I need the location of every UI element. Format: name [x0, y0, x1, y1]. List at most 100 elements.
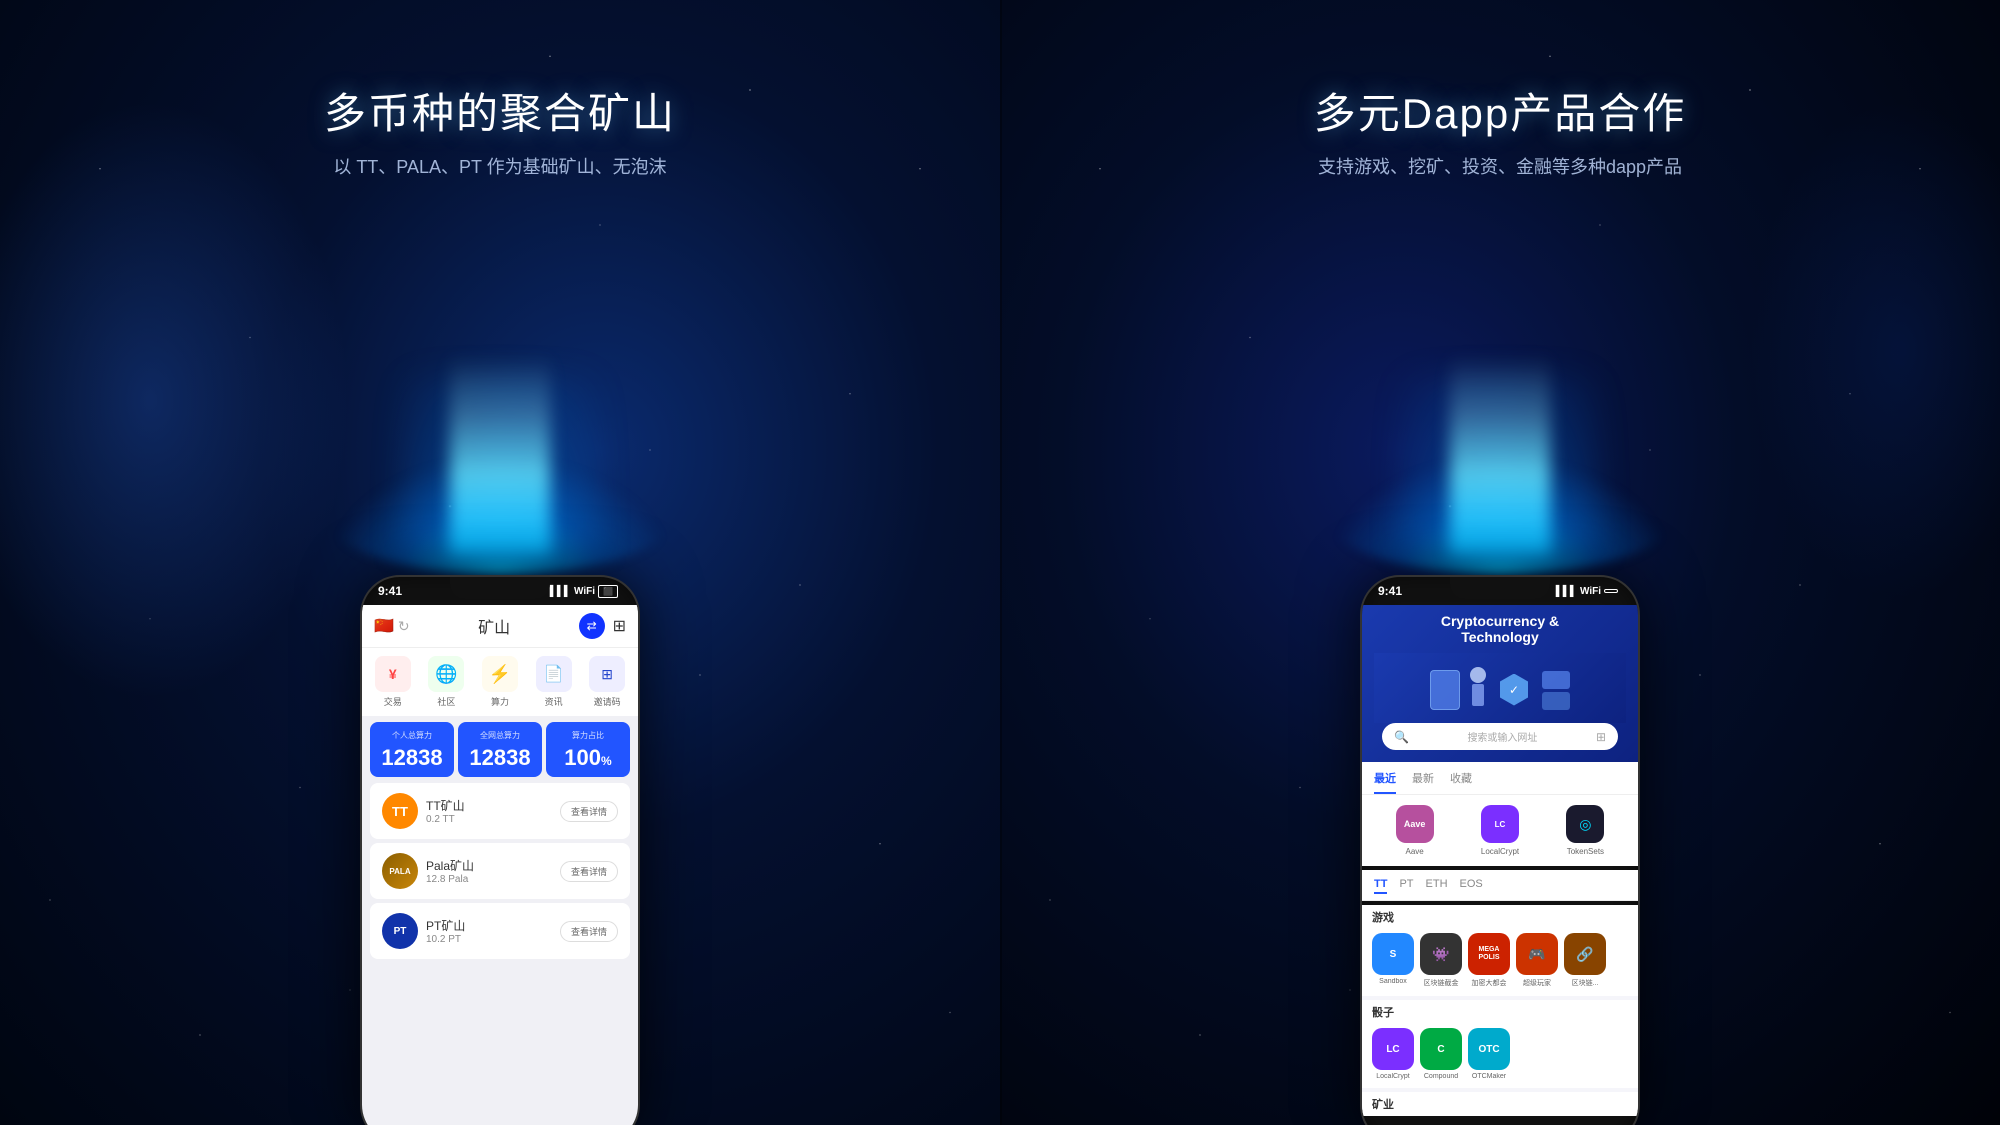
scan-qr-icon[interactable]: ⊞: [1596, 730, 1606, 744]
wallet-icon[interactable]: ⇄: [579, 613, 605, 639]
pala-logo: PALA: [382, 853, 418, 889]
invite-icon-box: ⊞: [589, 656, 625, 692]
pala-mining-item[interactable]: PALA Pala矿山 12.8 Pala 查看详情: [370, 843, 630, 899]
trade-icon: ¥: [389, 666, 397, 682]
megapolis-item[interactable]: MEGAPOLIS 加密大都会: [1468, 933, 1510, 988]
network-hashrate-card: 全网总算力 12838: [458, 722, 542, 777]
right-planet-glow: [1400, 375, 1600, 555]
network-hashrate-value: 12838: [464, 747, 536, 769]
scan-icon[interactable]: ⊞: [613, 616, 626, 636]
otcmaker-item[interactable]: OTC OTCMaker: [1468, 1028, 1510, 1080]
compound-text: C: [1437, 1044, 1444, 1055]
localcrypt-dice-icon: LC: [1372, 1028, 1414, 1070]
mining-title: 矿山: [410, 614, 579, 638]
games-section-title: 游戏: [1362, 905, 1638, 929]
supergamer-item[interactable]: 🎮 超级玩家: [1516, 933, 1558, 988]
pt-logo: PT: [382, 913, 418, 949]
dapp-search-bar[interactable]: 🔍 搜索或输入网址 ⊞: [1382, 723, 1618, 750]
hashrate-ratio-card: 算力占比 100%: [546, 722, 630, 777]
battery-icon: ⬛: [598, 585, 618, 598]
dapp-title-text: Cryptocurrency & Technology: [1374, 613, 1626, 645]
megapolis-icon-text: MEGAPOLIS: [1478, 946, 1499, 963]
nav-news[interactable]: 📄 资讯: [536, 656, 572, 708]
compound-label: Compound: [1420, 1073, 1462, 1080]
nav-trade[interactable]: ¥ 交易: [375, 656, 411, 708]
right-panel: 多元Dapp产品合作 支持游戏、挖矿、投资、金融等多种dapp产品 9:41 ▌…: [1000, 0, 2000, 1125]
tab-recent[interactable]: 最近: [1374, 770, 1396, 794]
nav-hashrate[interactable]: ⚡ 算力: [482, 656, 518, 708]
left-content: 多币种的聚合矿山 以 TT、PALA、PT 作为基础矿山、无泡沫: [0, 0, 1000, 179]
right-phone-wrapper: 9:41 ▌▌▌ WiFi Cryptocurrency & Technolog…: [1360, 575, 1640, 1125]
left-subtitle: 以 TT、PALA、PT 作为基础矿山、无泡沫: [333, 153, 666, 179]
status-icons-left: ▌▌▌ WiFi ⬛: [550, 585, 618, 598]
news-icon: 📄: [544, 664, 564, 684]
nebula-decoration: [0, 100, 350, 700]
shield-shape: ✓: [1500, 674, 1528, 706]
mining-app-screen: 🇨🇳 ↻ 矿山 ⇄ ⊞ ¥: [362, 605, 638, 1125]
aave-icon: Aave: [1396, 805, 1434, 843]
tt-mining-left: TT TT矿山 0.2 TT: [382, 793, 465, 829]
cat-tt[interactable]: TT: [1374, 876, 1387, 894]
tokensets-label: TokenSets: [1567, 847, 1604, 856]
left-panel: 多币种的聚合矿山 以 TT、PALA、PT 作为基础矿山、无泡沫 9:41 ▌▌…: [0, 0, 1000, 1125]
shield-icon: ✓: [1496, 670, 1532, 710]
blockchain1-item[interactable]: 👾 区块链截金: [1420, 933, 1462, 988]
pala-mining-value: 12.8 Pala: [426, 874, 474, 885]
localcrypt-dice-item[interactable]: LC LocalCrypt: [1372, 1028, 1414, 1080]
localcrypt-app-item[interactable]: LC LocalCrypt: [1481, 805, 1519, 856]
megapolis-label: 加密大都会: [1468, 978, 1510, 988]
news-icon-box: 📄: [536, 656, 572, 692]
personal-hashrate-value: 12838: [376, 747, 448, 769]
tt-logo: TT: [382, 793, 418, 829]
tt-mining-name: TT矿山: [426, 797, 465, 814]
cat-eos[interactable]: EOS: [1460, 876, 1483, 894]
pt-mining-item[interactable]: PT PT矿山 10.2 PT 查看详情: [370, 903, 630, 959]
megapolis-icon: MEGAPOLIS: [1468, 933, 1510, 975]
nav-community[interactable]: 🌐 社区: [428, 656, 464, 708]
tt-mining-value: 0.2 TT: [426, 814, 465, 825]
tt-mining-item[interactable]: TT TT矿山 0.2 TT 查看详情: [370, 783, 630, 839]
tab-newest[interactable]: 最新: [1412, 770, 1434, 794]
supergamer-icon-emoji: 🎮: [1528, 946, 1545, 963]
tab-favorites[interactable]: 收藏: [1450, 770, 1472, 794]
aave-label: Aave: [1406, 847, 1424, 856]
blockchain1-icon-emoji: 👾: [1432, 946, 1449, 963]
pt-detail-button[interactable]: 查看详情: [560, 921, 618, 942]
figure-head: [1470, 667, 1486, 683]
tokensets-app-item[interactable]: ◎ TokenSets: [1566, 805, 1604, 856]
box-right-top: [1542, 671, 1570, 689]
vol-up-button: [360, 647, 362, 672]
otcmaker-text: OTC: [1478, 1044, 1499, 1055]
community-icon-box: 🌐: [428, 656, 464, 692]
personal-hashrate-label: 个人总算力: [376, 730, 448, 741]
network-hashrate-label: 全网总算力: [464, 730, 536, 741]
localcrypt-icon: LC: [1481, 805, 1519, 843]
header-left: 🇨🇳 ↻: [374, 616, 410, 636]
nav-invite[interactable]: ⊞ 邀请码: [589, 656, 625, 708]
planet-surface: [325, 455, 675, 575]
dapp-header: Cryptocurrency & Technology: [1362, 605, 1638, 762]
tt-detail-button[interactable]: 查看详情: [560, 801, 618, 822]
left-phone: 9:41 ▌▌▌ WiFi ⬛ 🇨🇳 ↻ 矿山: [360, 575, 640, 1125]
status-icons-right: ▌▌▌ WiFi: [1556, 586, 1618, 597]
hashrate-ratio-label: 算力占比: [552, 730, 624, 741]
sandbox-item[interactable]: S Sandbox: [1372, 933, 1414, 988]
signal-icon-right: ▌▌▌: [1556, 586, 1577, 597]
blockchain2-item[interactable]: 🔗 区块链...: [1564, 933, 1606, 988]
mining-section-title: 矿业: [1362, 1092, 1638, 1116]
cat-eth[interactable]: ETH: [1426, 876, 1448, 894]
checkmark-icon: ✓: [1509, 683, 1519, 697]
right-blue-flame: [1450, 355, 1550, 555]
right-content: 多元Dapp产品合作 支持游戏、挖矿、投资、金融等多种dapp产品: [1000, 0, 2000, 179]
aave-app-item[interactable]: Aave Aave: [1396, 805, 1434, 856]
cat-pt[interactable]: PT: [1399, 876, 1413, 894]
power-button: [638, 657, 640, 687]
search-magnifier-icon: 🔍: [1394, 730, 1409, 744]
compound-item[interactable]: C Compound: [1420, 1028, 1462, 1080]
pala-mining-name: Pala矿山: [426, 857, 474, 874]
sandbox-icon: S: [1372, 933, 1414, 975]
right-power-button: [1638, 657, 1640, 687]
lc-text: LC: [1386, 1044, 1399, 1055]
dapp-app-title: Cryptocurrency & Technology: [1374, 613, 1626, 645]
pala-detail-button[interactable]: 查看详情: [560, 861, 618, 882]
